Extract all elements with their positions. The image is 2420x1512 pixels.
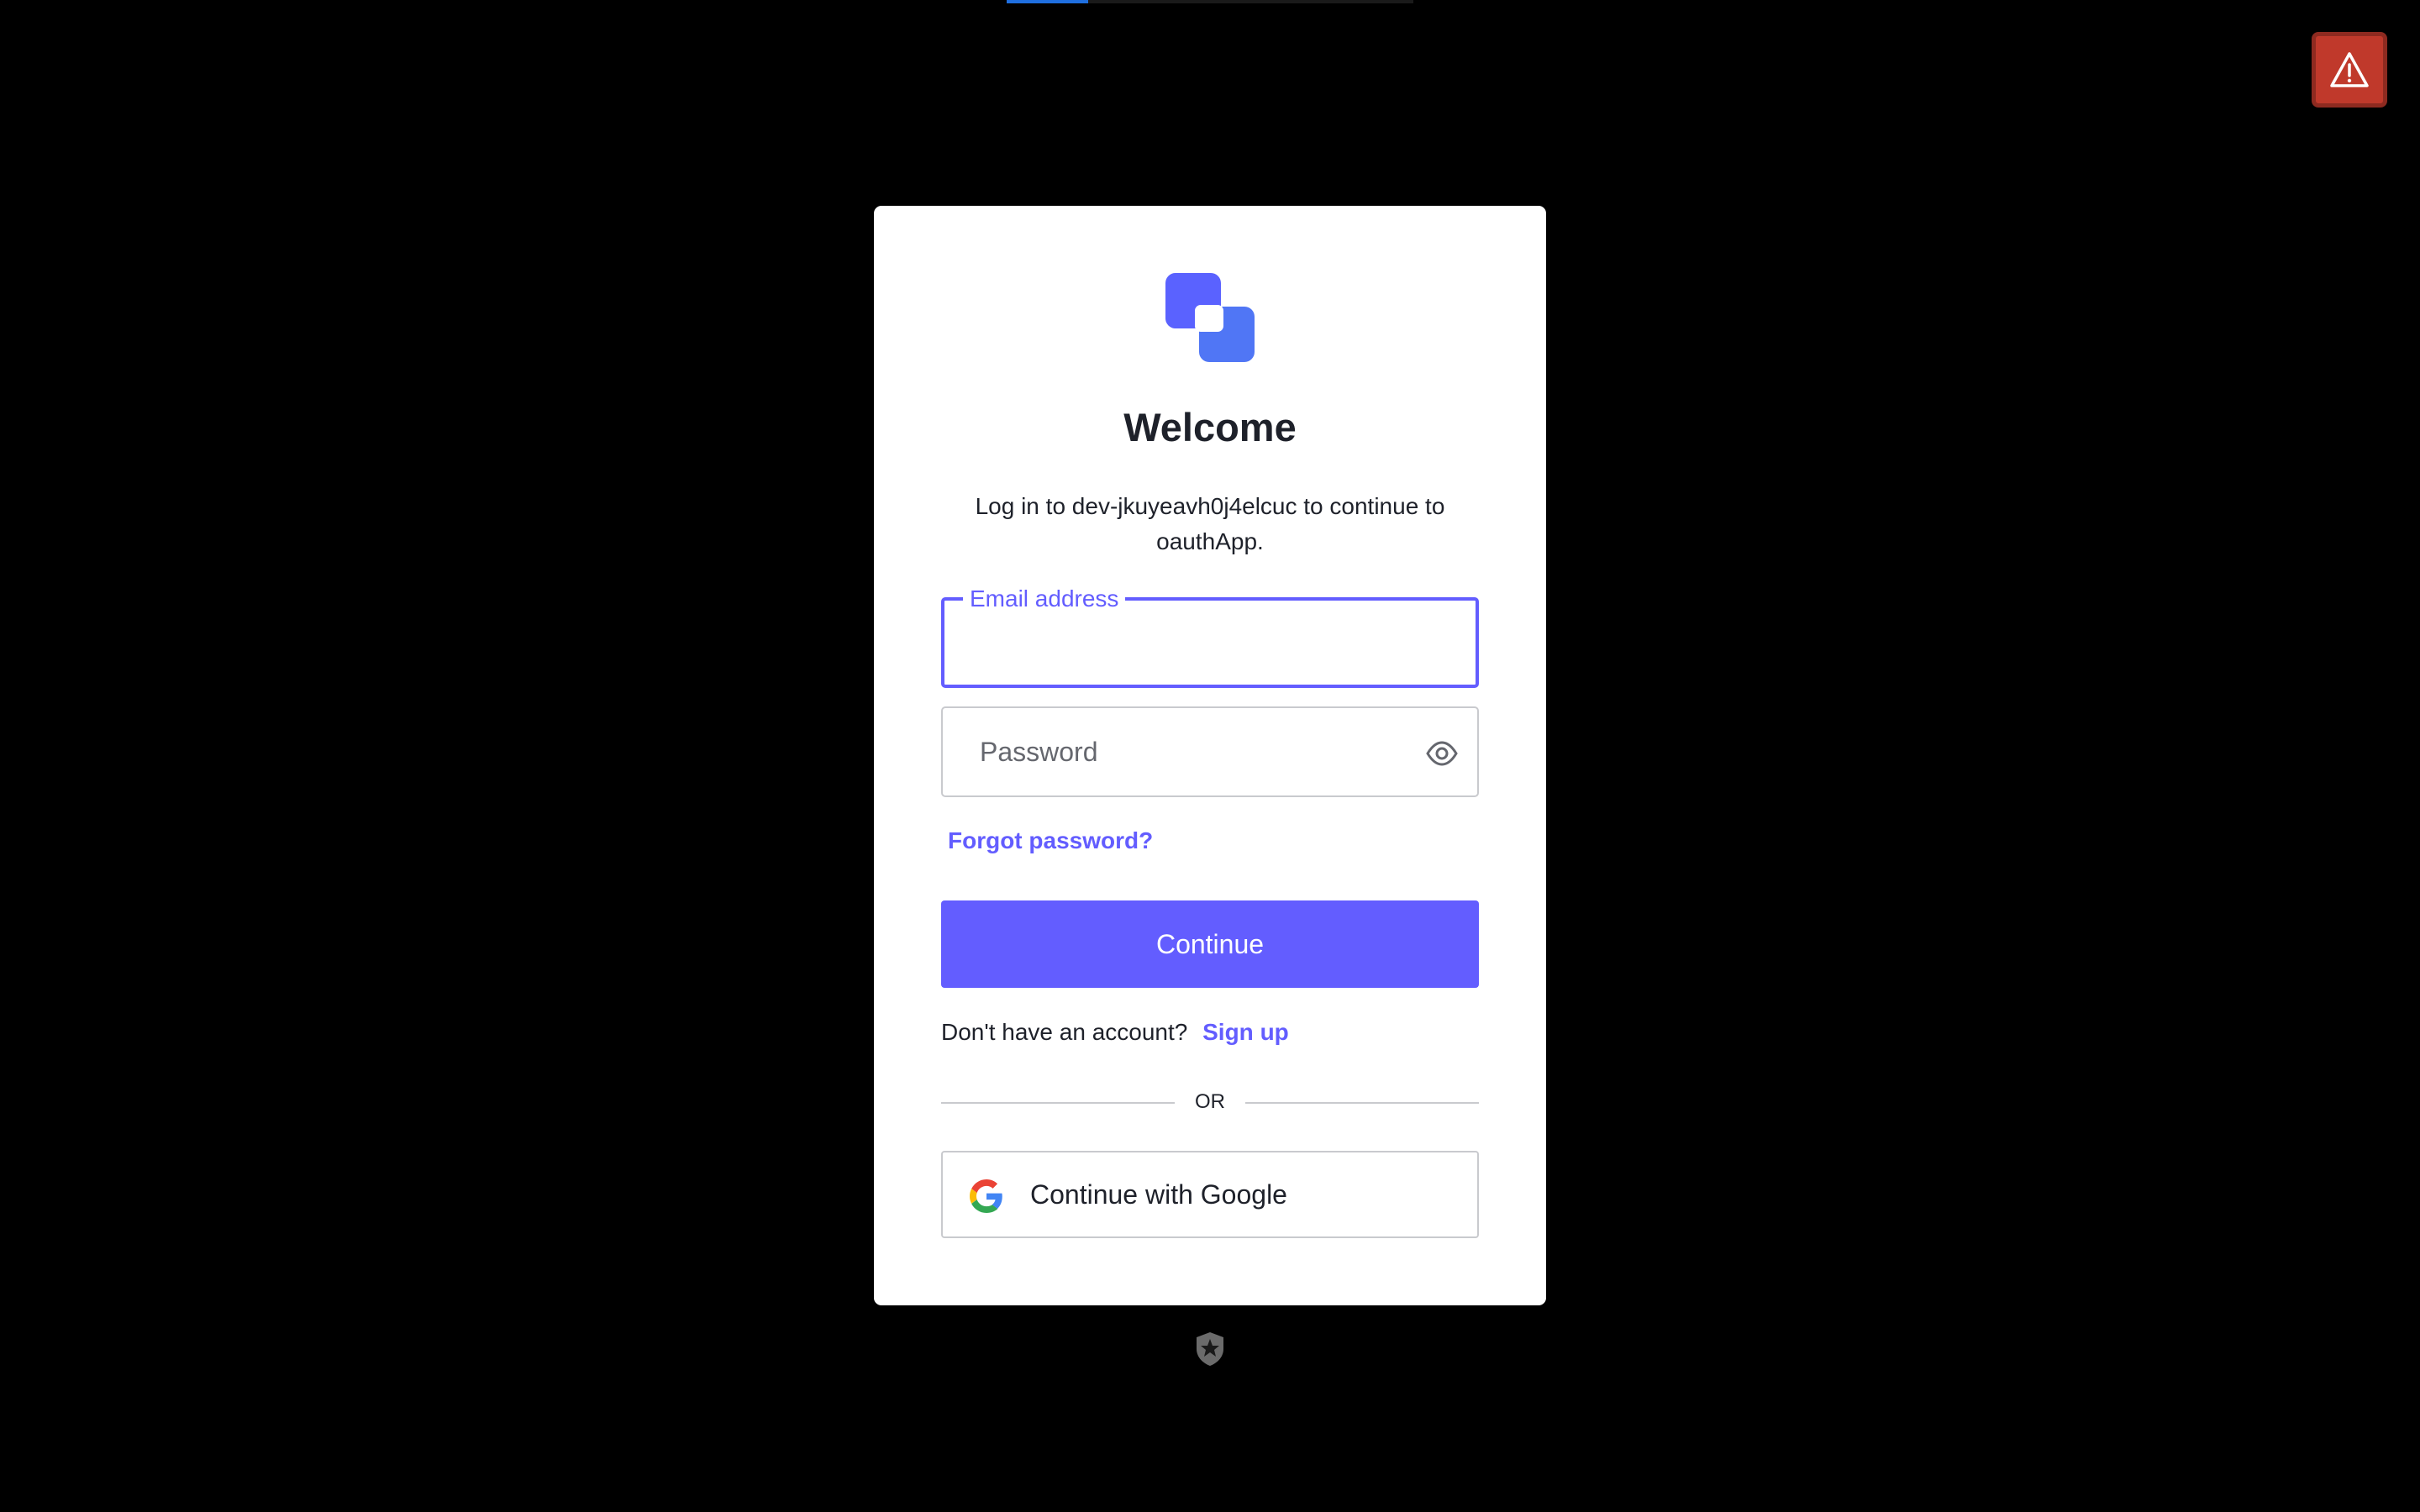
login-card: Welcome Log in to dev-jkuyeavh0j4elcuc t…	[874, 206, 1546, 1305]
email-field[interactable]: Email address	[941, 584, 1479, 688]
login-subtitle: Log in to dev-jkuyeavh0j4elcuc to contin…	[975, 493, 1445, 554]
warning-triangle-icon	[2330, 52, 2369, 87]
continue-button[interactable]: Continue	[941, 900, 1479, 988]
loading-progress-fill	[1007, 0, 1088, 3]
overlapping-squares-logo-icon	[1165, 273, 1255, 362]
forgot-password-link[interactable]: Forgot password?	[948, 827, 1153, 854]
sign-up-link[interactable]: Sign up	[1202, 1019, 1289, 1045]
page-title: Welcome	[1123, 405, 1297, 449]
google-g-icon	[970, 1179, 1002, 1213]
continue-with-google-button[interactable]: Continue with Google	[941, 1151, 1479, 1238]
no-account-text: Don't have an account?	[941, 1019, 1188, 1045]
warning-button[interactable]	[2312, 32, 2387, 108]
page: Welcome Log in to dev-jkuyeavh0j4elcuc t…	[0, 0, 2420, 1512]
google-button-label: Continue with Google	[1030, 1179, 1287, 1210]
password-input[interactable]	[943, 708, 1477, 795]
or-divider: OR	[941, 1089, 1479, 1115]
password-field[interactable]	[941, 706, 1479, 797]
auth0-shield-icon	[1197, 1332, 1223, 1366]
divider-line-right	[1245, 1102, 1479, 1104]
signup-row: Don't have an account? Sign up	[941, 1019, 1289, 1046]
email-input[interactable]	[944, 601, 1476, 685]
eye-icon[interactable]	[1425, 737, 1459, 770]
loading-progress-bar	[1007, 0, 1413, 3]
